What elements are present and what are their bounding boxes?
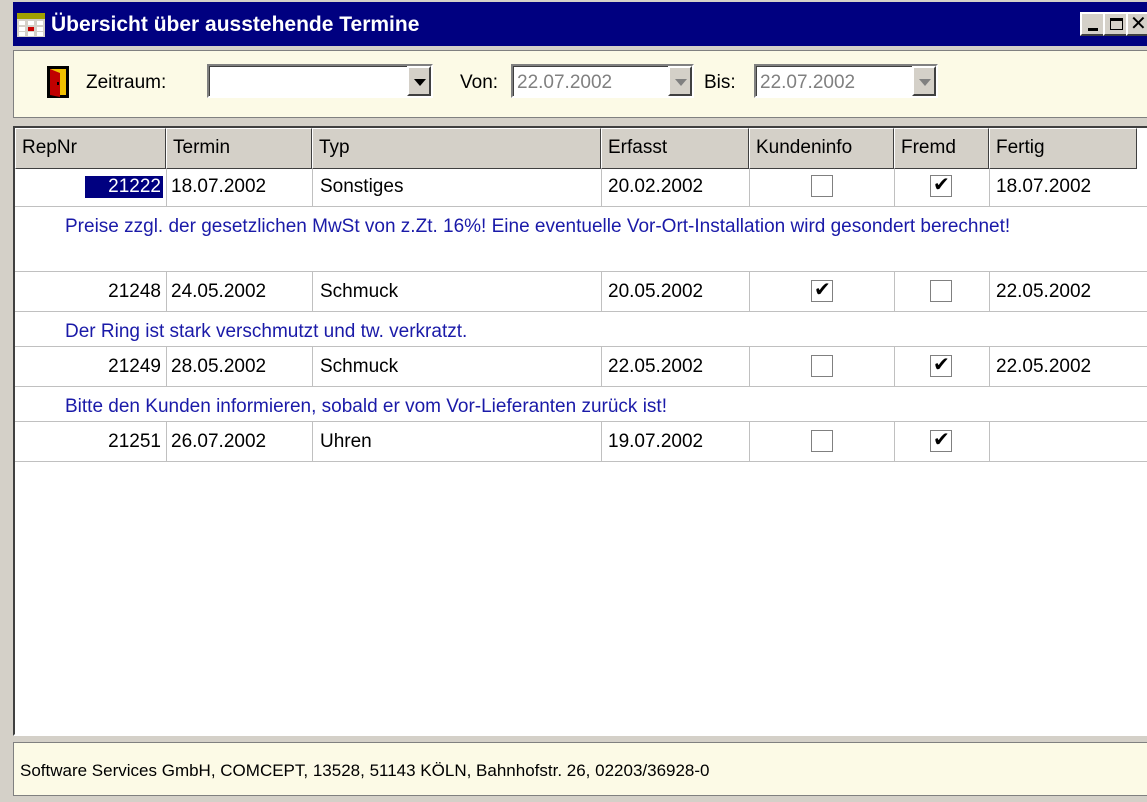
bis-label: Bis:: [704, 72, 736, 93]
column-divider: [166, 271, 167, 311]
column-header-fertig[interactable]: Fertig: [989, 128, 1137, 169]
column-divider: [166, 169, 167, 206]
column-header-typ[interactable]: Typ: [312, 128, 601, 169]
cell-typ[interactable]: Schmuck: [320, 281, 398, 303]
fremd-checkbox[interactable]: ✔: [930, 174, 952, 197]
fremd-checkbox[interactable]: ✔: [930, 429, 952, 452]
checkmark-icon: ✔: [814, 279, 831, 301]
cell-termin[interactable]: 18.07.2002: [171, 176, 266, 198]
von-dropdown-button[interactable]: [668, 66, 692, 96]
column-divider: [894, 346, 895, 386]
checkmark-icon: ✔: [933, 429, 950, 451]
von-value: 22.07.2002: [517, 72, 613, 93]
appointments-grid[interactable]: RepNr Termin Typ Erfasst Kundeninfo Frem…: [13, 126, 1147, 736]
cell-repnr[interactable]: 21249: [85, 356, 163, 378]
door-exit-icon[interactable]: [47, 66, 69, 98]
column-divider: [989, 169, 990, 206]
row-divider: [15, 311, 1147, 312]
chevron-down-icon: [675, 79, 687, 86]
bis-date-select[interactable]: 22.07.2002: [754, 64, 938, 98]
status-bar: Software Services GmbH, COMCEPT, 13528, …: [13, 742, 1147, 796]
zeitraum-select[interactable]: [207, 64, 433, 98]
cell-repnr[interactable]: 21248: [85, 281, 163, 303]
column-divider: [749, 421, 750, 461]
app-window: Übersicht über ausstehende Termine ✕ Zei…: [0, 0, 1147, 802]
kundeninfo-checkbox[interactable]: ✔: [811, 279, 833, 302]
column-header-termin[interactable]: Termin: [166, 128, 312, 169]
cell-fertig[interactable]: 18.07.2002: [996, 176, 1091, 198]
row-note: Preise zzgl. der gesetzlichen MwSt von z…: [65, 216, 1011, 237]
cell-erfasst[interactable]: 20.05.2002: [608, 281, 703, 303]
close-icon: ✕: [1130, 13, 1147, 35]
zeitraum-dropdown-button[interactable]: [407, 66, 431, 96]
row-divider: [15, 346, 1147, 347]
column-divider: [894, 271, 895, 311]
column-divider: [312, 346, 313, 386]
cell-typ[interactable]: Schmuck: [320, 356, 398, 378]
cell-termin[interactable]: 24.05.2002: [171, 281, 266, 303]
column-divider: [749, 271, 750, 311]
row-divider: [15, 271, 1147, 272]
column-header-repnr[interactable]: RepNr: [15, 128, 166, 169]
chevron-down-icon: [414, 79, 426, 86]
close-button[interactable]: ✕: [1126, 12, 1147, 36]
column-header-kundeninfo[interactable]: Kundeninfo: [749, 128, 894, 169]
company-info-text: Software Services GmbH, COMCEPT, 13528, …: [20, 761, 710, 780]
calendar-grid-icon: [17, 13, 45, 37]
checkmark-icon: ✔: [933, 354, 950, 376]
von-label: Von:: [460, 72, 499, 93]
column-divider: [989, 346, 990, 386]
column-divider: [312, 421, 313, 461]
maximize-icon: [1110, 18, 1123, 30]
column-divider: [989, 421, 990, 461]
chevron-down-icon: [919, 79, 931, 86]
title-bar[interactable]: Übersicht über ausstehende Termine ✕: [13, 2, 1147, 46]
fremd-checkbox[interactable]: [930, 280, 952, 302]
cell-termin[interactable]: 26.07.2002: [171, 431, 266, 453]
cell-fertig[interactable]: 22.05.2002: [996, 281, 1091, 303]
column-divider: [601, 421, 602, 461]
column-divider: [894, 421, 895, 461]
cell-repnr[interactable]: 21222: [84, 175, 164, 199]
cell-erfasst[interactable]: 20.02.2002: [608, 176, 703, 198]
column-divider: [312, 271, 313, 311]
cell-erfasst[interactable]: 22.05.2002: [608, 356, 703, 378]
cell-repnr[interactable]: 21251: [85, 431, 163, 453]
bis-dropdown-button[interactable]: [912, 66, 936, 96]
kundeninfo-checkbox[interactable]: [811, 355, 833, 377]
bis-value: 22.07.2002: [760, 72, 856, 93]
column-divider: [749, 169, 750, 206]
column-divider: [166, 346, 167, 386]
column-divider: [989, 271, 990, 311]
column-divider: [749, 346, 750, 386]
cell-typ[interactable]: Uhren: [320, 431, 372, 453]
column-divider: [894, 169, 895, 206]
cell-typ[interactable]: Sonstiges: [320, 176, 403, 198]
window-title: Übersicht über ausstehende Termine: [51, 13, 420, 36]
row-divider: [15, 206, 1147, 207]
filter-toolbar: Zeitraum: Von: 22.07.2002 Bis: 22.07.200…: [13, 50, 1147, 118]
row-note: Bitte den Kunden informieren, sobald er …: [65, 396, 667, 417]
column-header-fremd[interactable]: Fremd: [894, 128, 989, 169]
checkmark-icon: ✔: [933, 174, 950, 196]
kundeninfo-checkbox[interactable]: [811, 430, 833, 452]
row-divider: [15, 386, 1147, 387]
cell-erfasst[interactable]: 19.07.2002: [608, 431, 703, 453]
column-divider: [601, 169, 602, 206]
row-divider: [15, 421, 1147, 422]
minimize-icon: [1088, 28, 1098, 31]
fremd-checkbox[interactable]: ✔: [930, 354, 952, 377]
column-divider: [601, 271, 602, 311]
row-note: Der Ring ist stark verschmutzt und tw. v…: [65, 321, 468, 342]
zeitraum-label: Zeitraum:: [86, 72, 167, 93]
column-divider: [601, 346, 602, 386]
von-date-select[interactable]: 22.07.2002: [511, 64, 694, 98]
kundeninfo-checkbox[interactable]: [811, 175, 833, 197]
cell-fertig[interactable]: 22.05.2002: [996, 356, 1091, 378]
row-divider: [15, 461, 1147, 462]
column-divider: [166, 421, 167, 461]
cell-termin[interactable]: 28.05.2002: [171, 356, 266, 378]
column-divider: [312, 169, 313, 206]
column-header-erfasst[interactable]: Erfasst: [601, 128, 749, 169]
